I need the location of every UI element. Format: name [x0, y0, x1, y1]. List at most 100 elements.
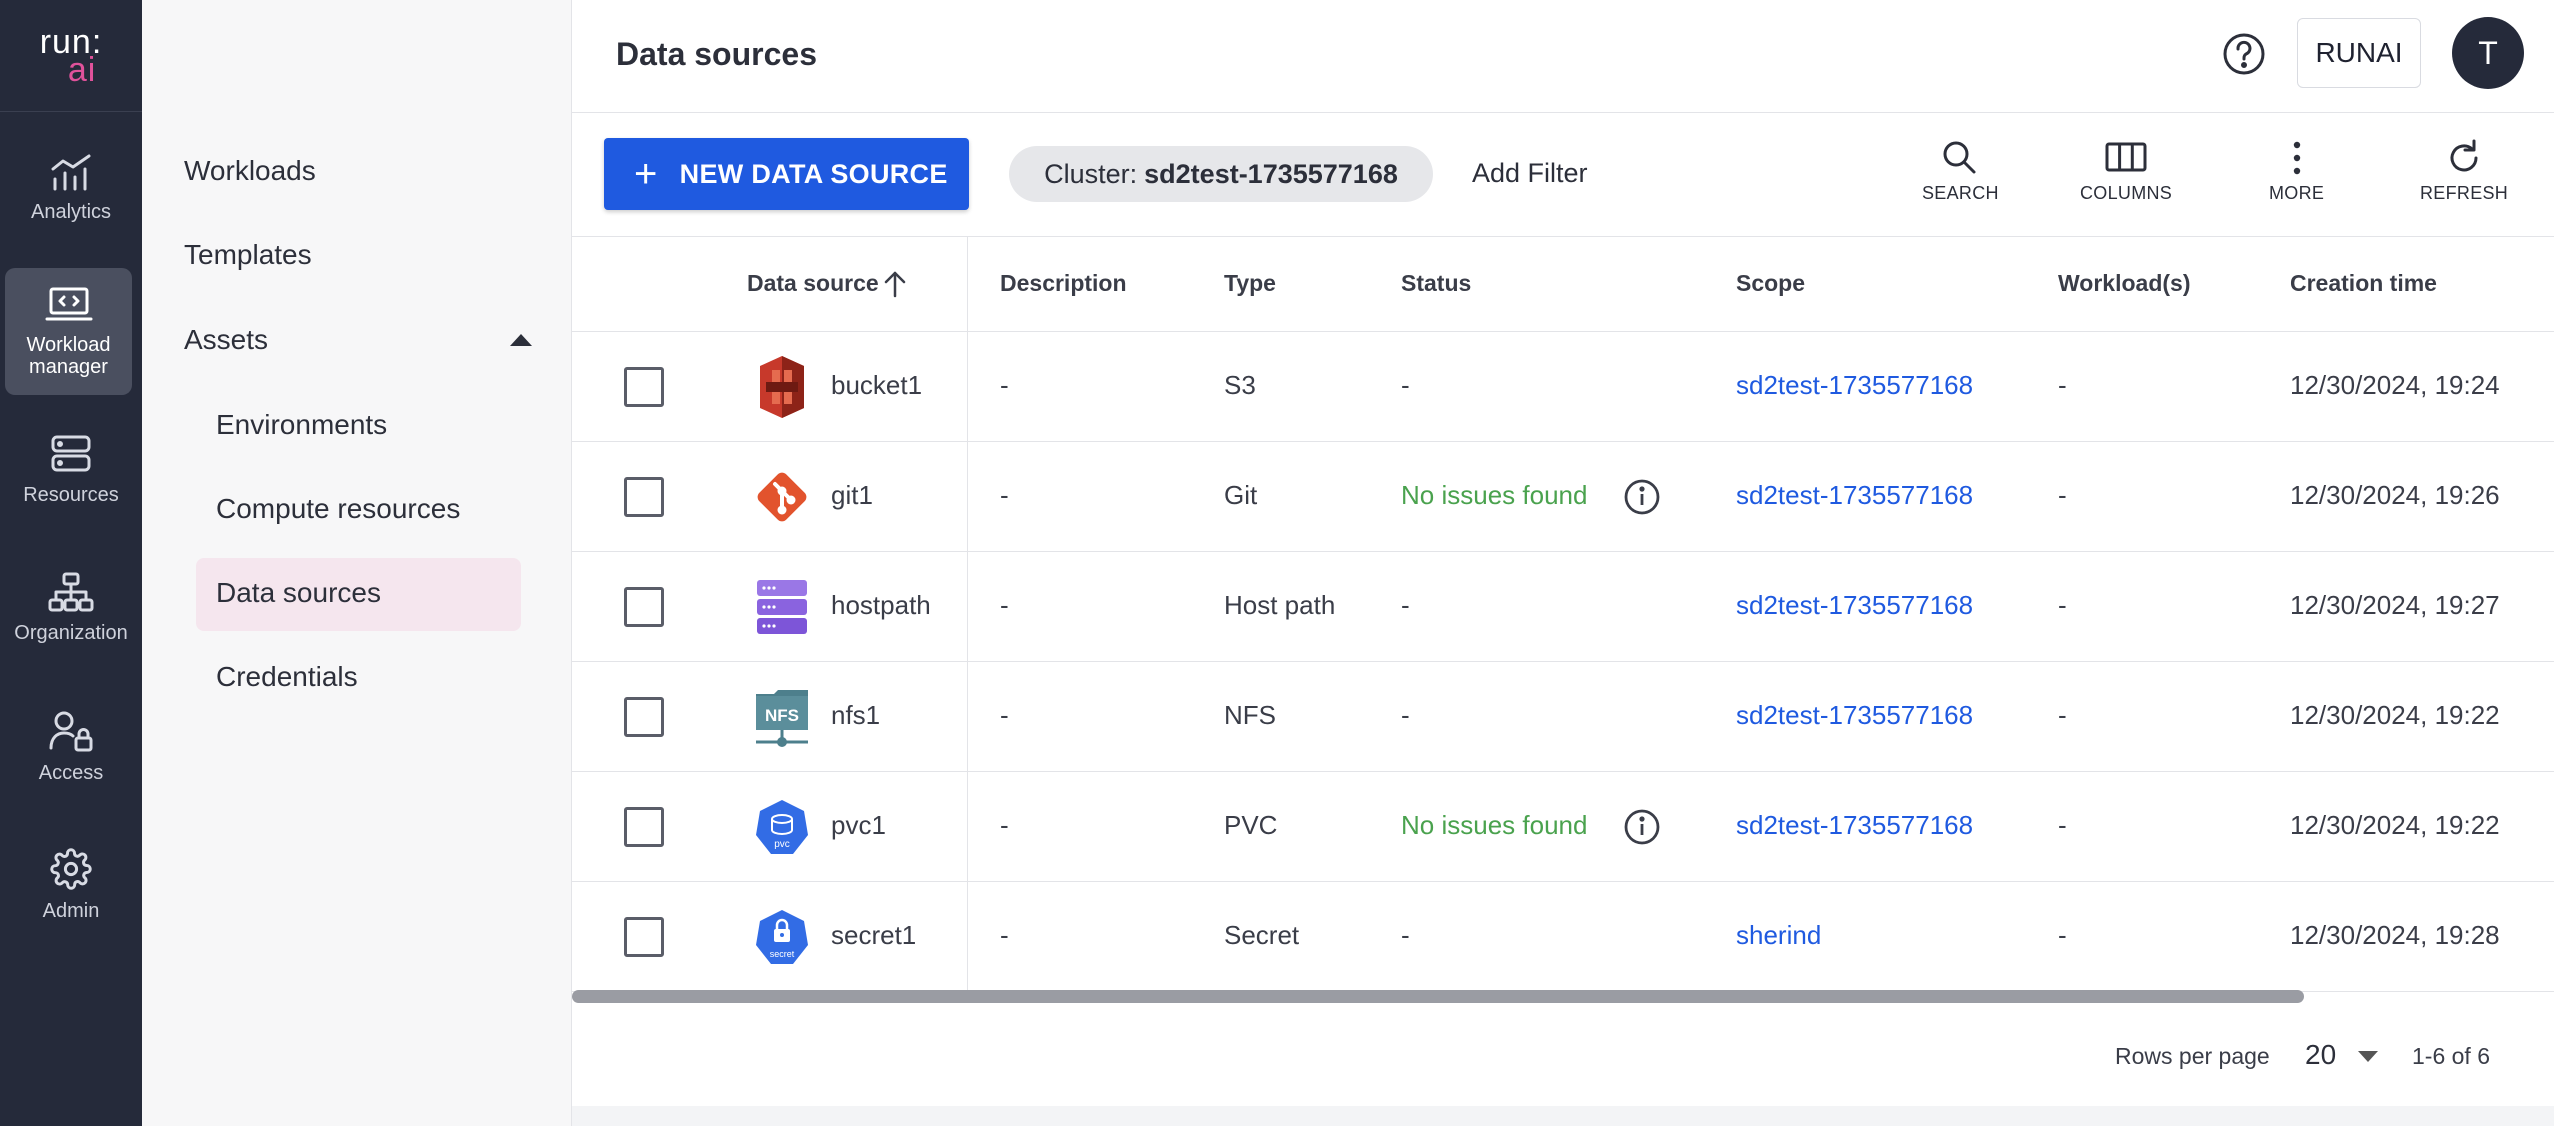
nfs-icon: NFS: [756, 690, 808, 747]
gear-icon: [50, 848, 92, 890]
row-checkbox[interactable]: [624, 477, 664, 517]
cell-status: No issues found: [1401, 810, 1588, 840]
col-header-workloads[interactable]: Workload(s): [2058, 270, 2190, 297]
cell-workloads: -: [2058, 480, 2067, 510]
rail-item-resources[interactable]: Resources: [0, 420, 142, 520]
cell-scope-link[interactable]: sherind: [1736, 920, 1821, 951]
table-toolbar: + NEW DATA SOURCE Cluster: sd2test-17355…: [572, 113, 2554, 237]
row-checkbox[interactable]: [624, 367, 664, 407]
cell-scope-link[interactable]: sd2test-1735577168: [1736, 700, 1973, 731]
cell-creation-time: 12/30/2024, 19:24: [2290, 370, 2500, 400]
row-checkbox[interactable]: [624, 587, 664, 627]
columns-tool-button[interactable]: COLUMNS: [2080, 139, 2172, 204]
more-tool-button[interactable]: MORE: [2269, 139, 2324, 204]
cell-name[interactable]: hostpath: [831, 590, 931, 621]
cell-type: Git: [1224, 480, 1258, 510]
pvc-icon: pvc: [756, 800, 808, 854]
rail-item-workload-manager[interactable]: Workload manager: [5, 268, 132, 395]
app-rail: run: ai Analytics Workload manager Resour…: [0, 0, 142, 1126]
refresh-icon: [2450, 139, 2478, 172]
refresh-tool-button[interactable]: REFRESH: [2420, 139, 2508, 204]
cell-description: -: [1000, 810, 1009, 840]
columns-icon: [2105, 142, 2147, 172]
cell-creation-time: 12/30/2024, 19:28: [2290, 920, 2500, 950]
cell-scope-link[interactable]: sd2test-1735577168: [1736, 370, 1973, 401]
nav-environments[interactable]: Environments: [216, 409, 387, 441]
new-data-source-button[interactable]: + NEW DATA SOURCE: [604, 138, 969, 210]
col-header-creation-time[interactable]: Creation time: [2290, 270, 2437, 297]
collapse-caret-icon[interactable]: [510, 334, 532, 346]
col-header-data-source[interactable]: Data source: [747, 270, 879, 297]
more-vertical-icon: [2293, 141, 2300, 175]
help-icon[interactable]: [2222, 32, 2266, 76]
pagination-range: 1-6 of 6: [2412, 1043, 2490, 1069]
table-row[interactable]: bucket1 - S3 - sd2test-1735577168 - 12/3…: [572, 332, 2554, 442]
table-header-row: Data source Description Type Status Scop…: [572, 237, 2554, 332]
svg-text:pvc: pvc: [774, 839, 790, 850]
row-checkbox[interactable]: [624, 697, 664, 737]
analytics-icon: [51, 154, 91, 190]
nav-credentials[interactable]: Credentials: [216, 661, 358, 693]
cell-type: PVC: [1224, 810, 1278, 840]
cell-type: Secret: [1224, 920, 1300, 950]
col-header-scope[interactable]: Scope: [1736, 270, 1805, 297]
rail-label-access: Access: [38, 762, 104, 784]
horizontal-scrollbar[interactable]: [572, 990, 2304, 1003]
search-tool-button[interactable]: SEARCH: [1922, 139, 1999, 204]
dropdown-caret-icon[interactable]: [2358, 1051, 2378, 1062]
rail-item-organization[interactable]: Organization: [0, 558, 142, 658]
nav-compute-resources[interactable]: Compute resources: [216, 493, 460, 525]
nav-data-sources[interactable]: Data sources: [216, 577, 381, 609]
search-tool-label: SEARCH: [1922, 183, 1999, 203]
main-content: Data sources RUNAI T + NEW DATA SOURCE C…: [572, 0, 2554, 1106]
cluster-chip-value: sd2test-1735577168: [1144, 158, 1398, 189]
page-title: Data sources: [616, 36, 817, 72]
rail-item-access[interactable]: Access: [0, 697, 142, 797]
nav-workloads[interactable]: Workloads: [184, 155, 316, 187]
col-header-type[interactable]: Type: [1224, 270, 1276, 297]
sort-ascending-arrow-icon[interactable]: [883, 269, 907, 299]
info-icon[interactable]: [1623, 478, 1661, 516]
table-row[interactable]: secret secret1 - Secret - sherind - 12/3…: [572, 882, 2554, 992]
table-row[interactable]: pvc pvc1 - PVC No issues found sd2test-1…: [572, 772, 2554, 882]
cell-creation-time: 12/30/2024, 19:22: [2290, 700, 2500, 730]
nav-assets[interactable]: Assets: [184, 324, 268, 356]
columns-tool-label: COLUMNS: [2080, 183, 2173, 203]
col-header-status[interactable]: Status: [1401, 270, 1471, 297]
cell-name[interactable]: git1: [831, 480, 873, 511]
rows-per-page-select[interactable]: 20: [2305, 1039, 2336, 1071]
row-checkbox[interactable]: [624, 807, 664, 847]
git-icon: [757, 472, 807, 522]
cell-name[interactable]: pvc1: [831, 810, 886, 841]
cell-creation-time: 12/30/2024, 19:26: [2290, 480, 2500, 510]
cell-workloads: -: [2058, 370, 2067, 400]
info-icon[interactable]: [1623, 808, 1661, 846]
nav-templates[interactable]: Templates: [184, 239, 312, 271]
cell-name[interactable]: bucket1: [831, 370, 922, 401]
cell-scope-link[interactable]: sd2test-1735577168: [1736, 810, 1973, 841]
cell-name[interactable]: secret1: [831, 920, 916, 951]
runai-logo[interactable]: run: ai: [0, 0, 142, 112]
cluster-filter-chip[interactable]: Cluster: sd2test-1735577168: [1009, 146, 1433, 202]
col-header-description[interactable]: Description: [1000, 270, 1127, 297]
table-row[interactable]: hostpath - Host path - sd2test-173557716…: [572, 552, 2554, 662]
cell-scope-link[interactable]: sd2test-1735577168: [1736, 590, 1973, 621]
resources-icon: [51, 435, 91, 472]
cell-description: -: [1000, 590, 1009, 620]
workload-manager-icon: [45, 287, 92, 320]
tenant-button[interactable]: RUNAI: [2297, 18, 2421, 88]
cell-workloads: -: [2058, 810, 2067, 840]
table-row[interactable]: git1 - Git No issues found sd2test-17355…: [572, 442, 2554, 552]
secondary-nav: Workloads Templates Assets Environments …: [142, 0, 572, 1126]
avatar[interactable]: T: [2452, 17, 2524, 89]
rail-item-analytics[interactable]: Analytics: [0, 140, 142, 235]
cell-creation-time: 12/30/2024, 19:27: [2290, 590, 2500, 620]
cell-description: -: [1000, 920, 1009, 950]
row-checkbox[interactable]: [624, 917, 664, 957]
table-row[interactable]: NFS nfs1 - NFS - sd2test-1735577168 - 12…: [572, 662, 2554, 772]
add-filter-button[interactable]: Add Filter: [1472, 158, 1588, 189]
cell-name[interactable]: nfs1: [831, 700, 880, 731]
rail-item-admin[interactable]: Admin: [0, 835, 142, 935]
cell-status: No issues found: [1401, 480, 1588, 510]
cell-scope-link[interactable]: sd2test-1735577168: [1736, 480, 1973, 511]
